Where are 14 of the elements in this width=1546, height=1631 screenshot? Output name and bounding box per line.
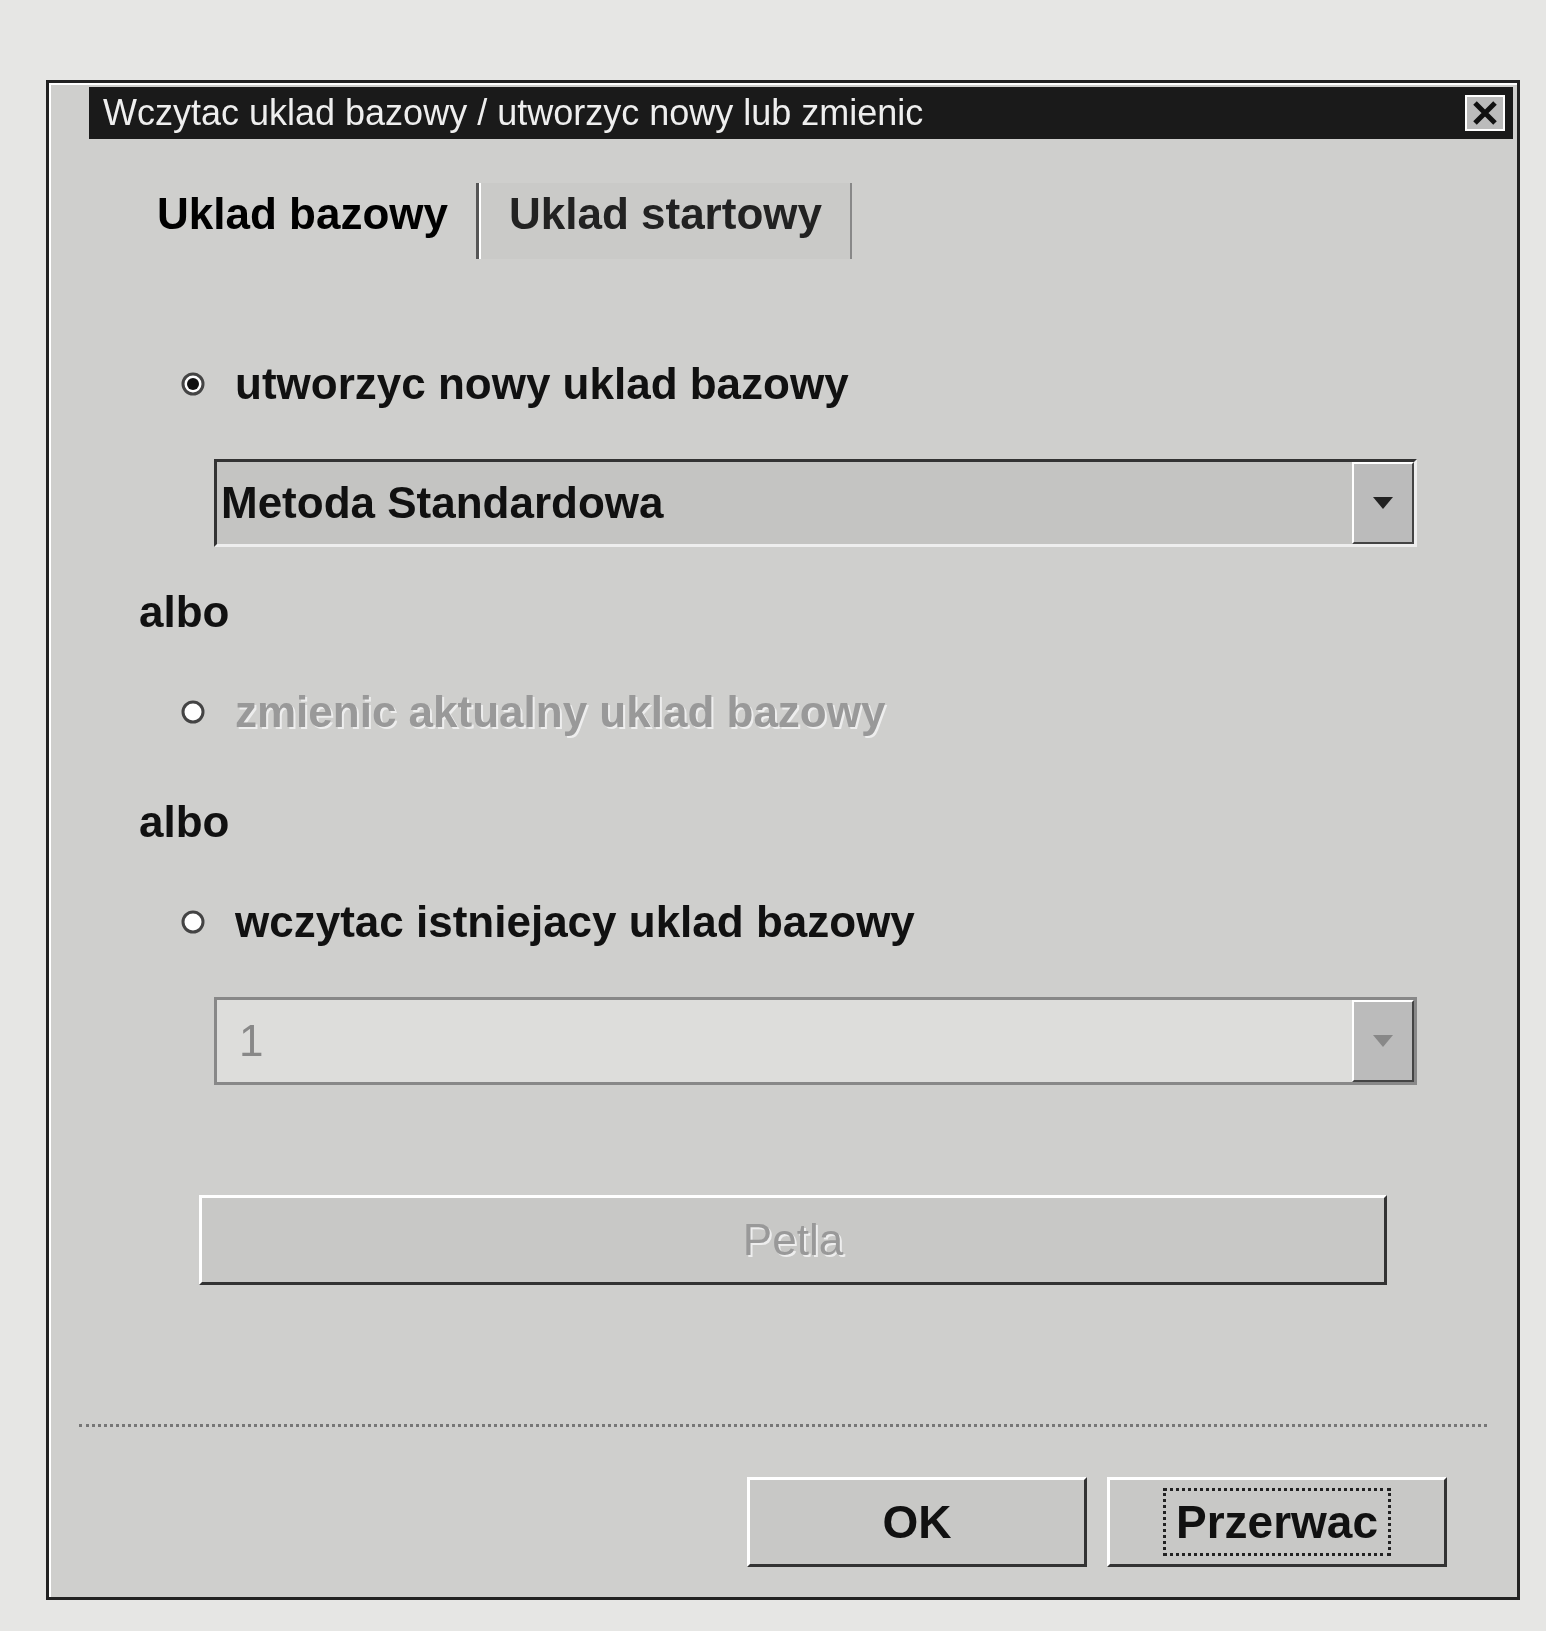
dialog-button[interactable]: OK	[747, 1477, 1087, 1567]
label: albo	[139, 797, 231, 847]
tab[interactable]: Uklad startowy	[478, 183, 852, 259]
window-title: Wczytac uklad bazowy / utworzyc nowy lub zmienic	[103, 92, 924, 134]
radio-label[interactable]: wczytac istniejacy uklad bazowy	[235, 897, 915, 947]
label: albo	[139, 587, 231, 637]
dropdown[interactable]: Metoda Standardowa	[214, 459, 1417, 547]
radio-icon[interactable]	[181, 910, 205, 934]
caret-icon	[1373, 1035, 1393, 1047]
dialog-button[interactable]: Przerwac	[1107, 1477, 1447, 1567]
close-icon[interactable]	[1465, 95, 1505, 131]
radio-icon[interactable]	[181, 372, 205, 396]
radio-label[interactable]: utworzyc nowy uklad bazowy	[235, 359, 849, 409]
caret-icon	[1373, 497, 1393, 509]
